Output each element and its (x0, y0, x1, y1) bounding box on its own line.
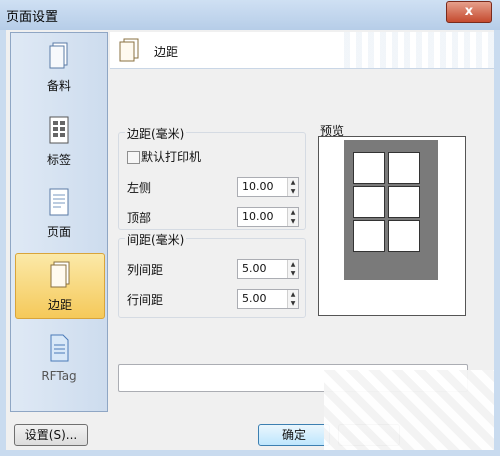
sidebar-item-stock[interactable]: 备料 (15, 35, 103, 99)
label-sheet-icon (49, 116, 69, 144)
sidebar-item-label: RFTag (41, 369, 77, 383)
left-margin-stepper[interactable]: 10.00 ▲ ▼ (237, 177, 299, 197)
preview-label-cell (388, 186, 420, 218)
row-spacing-label: 行间距 (127, 293, 164, 307)
preview-frame (318, 136, 466, 316)
sidebar-item-margins[interactable]: 边距 (15, 253, 105, 319)
margins-group: 边距(毫米) 默认打印机 左侧 10.00 ▲ ▼ 顶部 10.00 ▲ ▼ (118, 125, 306, 230)
spin-arrows-icon[interactable]: ▲ ▼ (287, 260, 298, 278)
dialog-window: 页面设置 x 备料 标签 页面 边距 RFTag 边距 边距(毫米) 默认打印机… (0, 0, 500, 456)
page-header: 边距 (110, 32, 494, 69)
sidebar-item-label: 备料 (46, 79, 71, 93)
sidebar-item-label: 页面 (46, 225, 71, 239)
page-title: 边距 (154, 45, 179, 59)
rftag-icon (50, 334, 69, 362)
close-icon: x (464, 4, 474, 19)
dialog-body: 备料 标签 页面 边距 RFTag 边距 边距(毫米) 默认打印机 左侧 10.… (6, 30, 494, 450)
margins-icon (119, 38, 139, 62)
spin-arrows-icon[interactable]: ▲ ▼ (287, 290, 298, 308)
row-spacing-value: 5.00 (242, 292, 267, 305)
default-printer-checkbox[interactable] (127, 151, 140, 164)
group-title: 边距(毫米) (125, 125, 187, 142)
settings-button[interactable]: 设置(S)... (14, 424, 88, 446)
preview-label-cell (353, 186, 385, 218)
settings-button-label: 设置(S)... (24, 428, 78, 442)
left-margin-label: 左侧 (127, 181, 152, 195)
preview-label-cell (353, 220, 385, 252)
top-margin-stepper[interactable]: 10.00 ▲ ▼ (237, 207, 299, 227)
preview-page (344, 140, 438, 280)
preview-label-cell (388, 220, 420, 252)
preview-label-cell (353, 152, 385, 184)
close-button[interactable]: x (446, 1, 492, 23)
spin-arrows-icon[interactable]: ▲ ▼ (287, 178, 298, 196)
margins-icon (50, 261, 70, 288)
top-margin-label: 顶部 (127, 211, 152, 225)
default-printer-label: 默认打印机 (141, 150, 202, 164)
page-icon (49, 188, 69, 216)
left-margin-value: 10.00 (242, 180, 274, 193)
window-title: 页面设置 (6, 10, 59, 25)
watermark-overlay (324, 370, 494, 450)
spin-arrows-icon[interactable]: ▲ ▼ (287, 208, 298, 226)
sidebar-item-labels[interactable]: 标签 (15, 109, 103, 173)
sidebar-item-rftag[interactable]: RFTag (15, 327, 103, 391)
group-title: 间距(毫米) (125, 231, 187, 248)
page-stack-icon (49, 42, 68, 69)
sidebar-item-label: 边距 (47, 298, 72, 312)
column-spacing-value: 5.00 (242, 262, 267, 275)
column-spacing-stepper[interactable]: 5.00 ▲ ▼ (237, 259, 299, 279)
row-spacing-stepper[interactable]: 5.00 ▲ ▼ (237, 289, 299, 309)
spacing-group: 间距(毫米) 列间距 5.00 ▲ ▼ 行间距 5.00 ▲ ▼ (118, 231, 306, 318)
top-margin-value: 10.00 (242, 210, 274, 223)
sidebar: 备料 标签 页面 边距 RFTag (10, 32, 108, 412)
title-bar: 页面设置 x (0, 0, 500, 30)
sidebar-item-page[interactable]: 页面 (15, 181, 103, 245)
column-spacing-label: 列间距 (127, 263, 164, 277)
watermark (344, 32, 494, 68)
ok-button[interactable]: 确定 (258, 424, 330, 446)
sidebar-item-label: 标签 (46, 153, 71, 167)
preview-label-cell (388, 152, 420, 184)
ok-button-label: 确定 (281, 428, 306, 442)
